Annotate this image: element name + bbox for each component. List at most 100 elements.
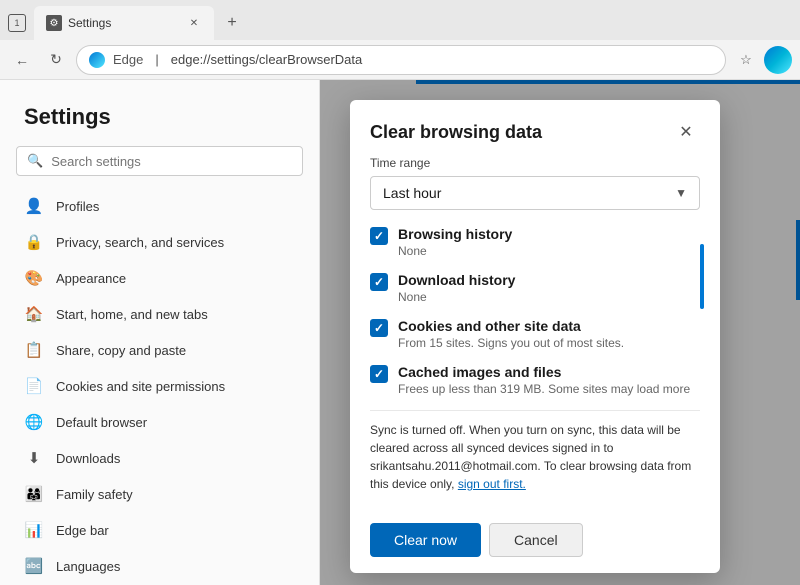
check-icon-download-history: ✓ [374,275,384,289]
nav-label-appearance: Appearance [56,271,126,286]
sidebar-item-family-safety[interactable]: 👨‍👩‍👧 Family safety [0,476,319,512]
settings-title: Settings [0,96,319,146]
modal-footer: Clear now Cancel [350,523,720,573]
nav-icon-share-copy: 📋 [24,340,44,360]
address-bar: ← ↻ Edge | edge://settings/clearBrowserD… [0,40,800,80]
address-actions: ☆ [732,46,792,74]
sidebar-item-downloads[interactable]: ⬇ Downloads [0,440,319,476]
sidebar-item-profiles[interactable]: 👤 Profiles [0,188,319,224]
time-range-value: Last hour [383,185,441,201]
checkbox-text-browsing-history: Browsing history None [398,226,512,258]
back-button[interactable]: ← [8,46,36,74]
clear-now-button[interactable]: Clear now [370,523,481,557]
tab-title: Settings [68,16,180,30]
nav-label-cookies: Cookies and site permissions [56,379,225,394]
sidebar-item-appearance[interactable]: 🎨 Appearance [0,260,319,296]
checkbox-download-history[interactable]: ✓ [370,273,388,291]
nav-label-languages: Languages [56,559,120,574]
check-icon-cookies: ✓ [374,321,384,335]
active-tab[interactable]: ⚙ Settings ✕ [34,6,214,40]
nav-icon-edge-bar: 📊 [24,520,44,540]
nav-label-profiles: Profiles [56,199,99,214]
checkbox-item-download-history: ✓ Download history None [370,272,696,304]
checkbox-sublabel-cached-images: Frees up less than 319 MB. Some sites ma… [398,382,690,396]
clear-browsing-data-modal: Clear browsing data ✕ Time range Last ho… [350,100,720,573]
modal-header: Clear browsing data ✕ [350,100,720,156]
time-range-dropdown[interactable]: Last hour ▼ [370,176,700,210]
checkbox-label-download-history: Download history [398,272,515,288]
checkbox-text-download-history: Download history None [398,272,515,304]
sidebar-item-default-browser[interactable]: 🌐 Default browser [0,404,319,440]
checkbox-label-cookies: Cookies and other site data [398,318,624,334]
sidebar-item-cookies[interactable]: 📄 Cookies and site permissions [0,368,319,404]
edge-profile-button[interactable] [764,46,792,74]
checkbox-text-cached-images: Cached images and files Frees up less th… [398,364,690,396]
cancel-button[interactable]: Cancel [489,523,583,557]
sync-notice: Sync is turned off. When you turn on syn… [370,410,700,493]
tab-close-button[interactable]: ✕ [186,15,202,31]
refresh-button[interactable]: ↻ [42,46,70,74]
nav-label-downloads: Downloads [56,451,120,466]
nav-label-default-browser: Default browser [56,415,147,430]
address-text: edge://settings/clearBrowserData [171,52,713,67]
nav-icon-privacy: 🔒 [24,232,44,252]
nav-items: 👤 Profiles 🔒 Privacy, search, and servic… [0,188,319,585]
nav-icon-family-safety: 👨‍👩‍👧 [24,484,44,504]
check-icon-cached-images: ✓ [374,367,384,381]
search-icon: 🔍 [27,153,43,169]
search-input[interactable] [51,154,292,169]
sidebar-item-languages[interactable]: 🔤 Languages [0,548,319,584]
sidebar-item-privacy[interactable]: 🔒 Privacy, search, and services [0,224,319,260]
check-icon-browsing-history: ✓ [374,229,384,243]
main-content: Clear browsing data ✕ Time range Last ho… [320,80,800,585]
sign-out-link[interactable]: sign out first. [458,477,526,491]
checkbox-item-browsing-history: ✓ Browsing history None [370,226,696,258]
nav-label-share-copy: Share, copy and paste [56,343,186,358]
edge-label: Edge [113,52,143,67]
checkbox-cookies[interactable]: ✓ [370,319,388,337]
checkbox-label-cached-images: Cached images and files [398,364,690,380]
checkbox-sublabel-cookies: From 15 sites. Signs you out of most sit… [398,336,624,350]
sidebar-item-share-copy[interactable]: 📋 Share, copy and paste [0,332,319,368]
checkbox-label-browsing-history: Browsing history [398,226,512,242]
browser-chrome: 1 ⚙ Settings ✕ + ← ↻ Edge | edge://setti… [0,0,800,80]
address-field[interactable]: Edge | edge://settings/clearBrowserData [76,45,726,75]
favorites-button[interactable]: ☆ [732,46,760,74]
checkbox-browsing-history[interactable]: ✓ [370,227,388,245]
nav-icon-languages: 🔤 [24,556,44,576]
checkbox-sublabel-download-history: None [398,290,515,304]
checkbox-list: ✓ Browsing history None ✓ Download histo… [370,226,700,410]
nav-label-start-home: Start, home, and new tabs [56,307,208,322]
modal-title: Clear browsing data [370,122,542,143]
checkbox-cached-images[interactable]: ✓ [370,365,388,383]
nav-label-family-safety: Family safety [56,487,133,502]
tab-bar: 1 ⚙ Settings ✕ + [0,0,800,40]
scroll-track[interactable] [700,244,704,308]
nav-icon-appearance: 🎨 [24,268,44,288]
modal-close-button[interactable]: ✕ [672,118,700,146]
sidebar-item-edge-bar[interactable]: 📊 Edge bar [0,512,319,548]
tab-switcher[interactable]: 1 [8,14,26,32]
checkbox-text-cookies: Cookies and other site data From 15 site… [398,318,624,350]
new-tab-button[interactable]: + [218,9,246,37]
sidebar-item-start-home[interactable]: 🏠 Start, home, and new tabs [0,296,319,332]
checkbox-sublabel-browsing-history: None [398,244,512,258]
nav-icon-cookies: 📄 [24,376,44,396]
settings-layout: Settings 🔍 👤 Profiles 🔒 Privacy, search,… [0,80,800,585]
nav-icon-start-home: 🏠 [24,304,44,324]
checkbox-item-cookies: ✓ Cookies and other site data From 15 si… [370,318,696,350]
nav-label-privacy: Privacy, search, and services [56,235,224,250]
tab-favicon: ⚙ [46,15,62,31]
checkbox-item-cached-images: ✓ Cached images and files Frees up less … [370,364,696,396]
nav-icon-default-browser: 🌐 [24,412,44,432]
nav-icon-profiles: 👤 [24,196,44,216]
dropdown-arrow-icon: ▼ [675,186,687,200]
time-range-label: Time range [370,156,700,170]
search-box[interactable]: 🔍 [16,146,303,176]
nav-label-edge-bar: Edge bar [56,523,109,538]
nav-icon-downloads: ⬇ [24,448,44,468]
edge-icon [89,52,105,68]
modal-body: Time range Last hour ▼ ✓ Browsing histor… [350,156,720,523]
sidebar: Settings 🔍 👤 Profiles 🔒 Privacy, search,… [0,80,320,585]
modal-overlay: Clear browsing data ✕ Time range Last ho… [320,80,800,585]
